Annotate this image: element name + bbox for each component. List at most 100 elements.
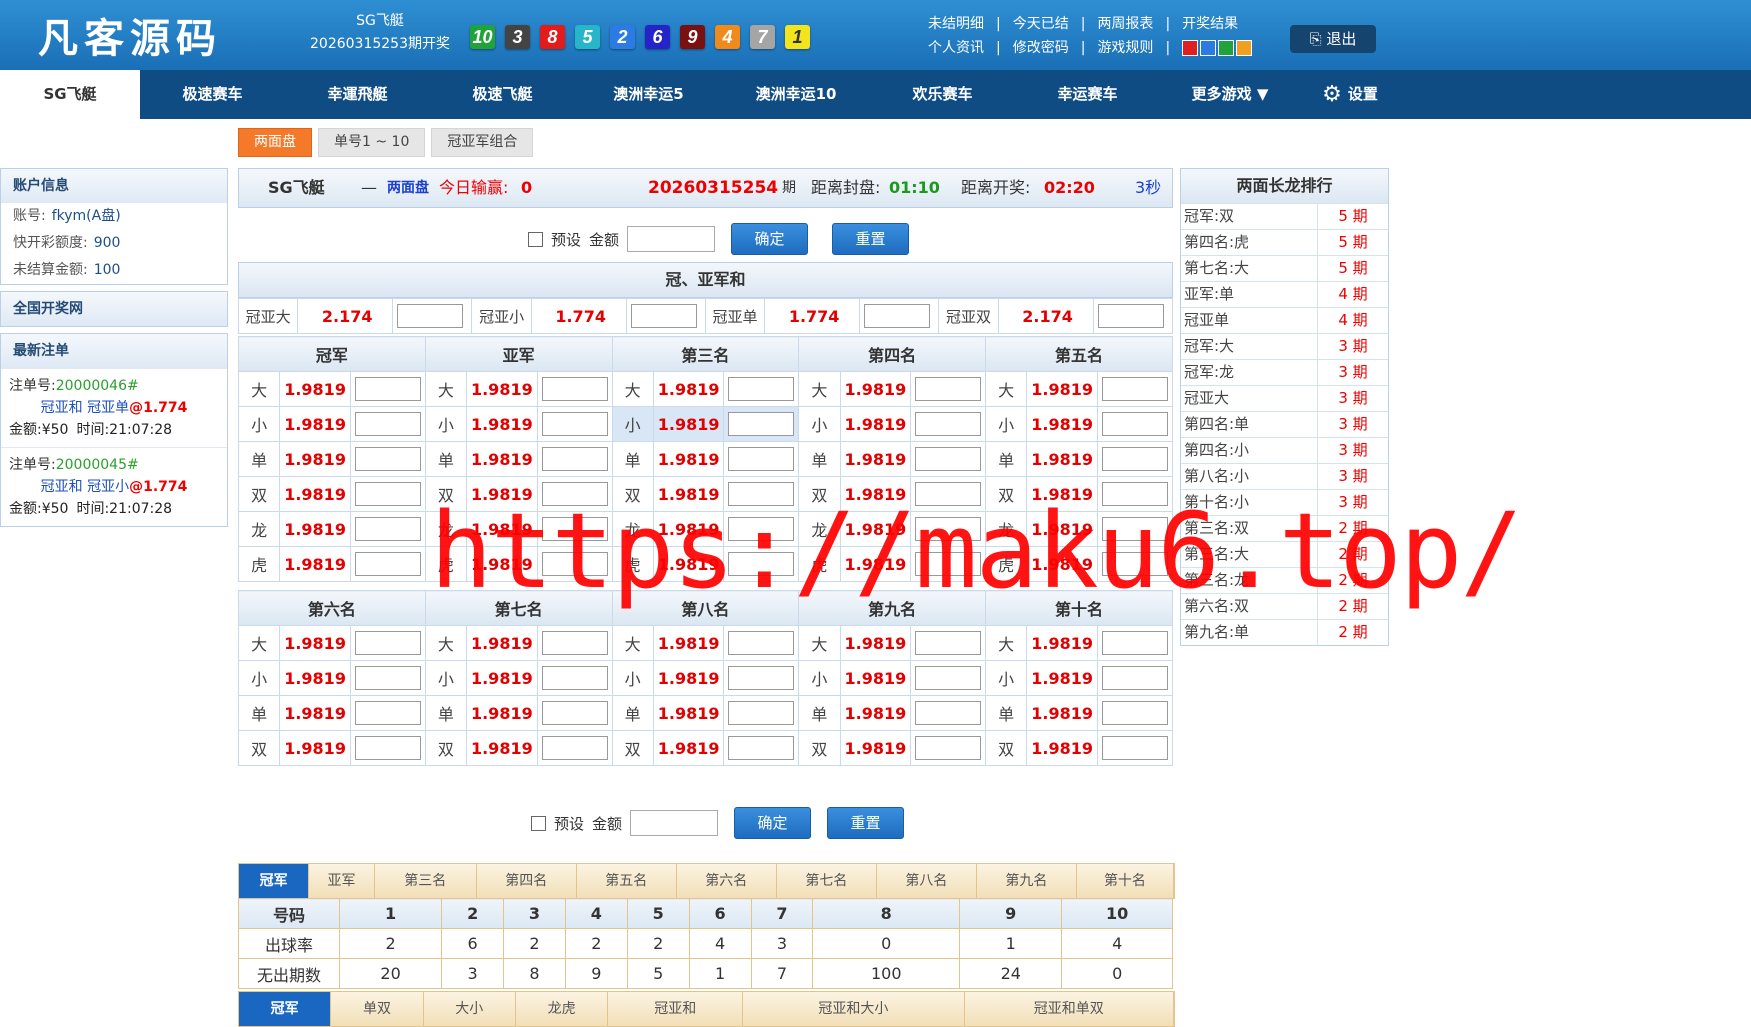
national-draw-link[interactable]: 全国开奖网 bbox=[0, 291, 228, 327]
play-subtab[interactable]: 冠亚军组合 bbox=[431, 128, 534, 157]
nav-item[interactable]: 更多游戏 ▼ bbox=[1160, 70, 1300, 119]
bet-odds[interactable]: 1.9819 bbox=[1026, 625, 1098, 661]
bet-amount-input[interactable] bbox=[354, 412, 421, 436]
bet-amount-input[interactable] bbox=[728, 736, 795, 760]
bet-amount-input[interactable] bbox=[541, 447, 608, 471]
top-link[interactable]: 修改密码 bbox=[1013, 36, 1069, 60]
bet-amount-input[interactable] bbox=[915, 736, 982, 760]
bet-amount-input[interactable] bbox=[728, 552, 795, 576]
top-link[interactable]: 未结明细 bbox=[928, 12, 984, 36]
nav-item[interactable]: 极速飞艇 bbox=[430, 70, 575, 119]
bet-odds[interactable]: 1.9819 bbox=[839, 441, 912, 477]
bet-amount-input[interactable] bbox=[354, 666, 421, 690]
bet-odds[interactable]: 1.9819 bbox=[652, 695, 725, 731]
bet-amount-input[interactable] bbox=[1101, 412, 1168, 436]
bet-amount-input[interactable] bbox=[915, 517, 982, 541]
bet-amount-input[interactable] bbox=[541, 666, 608, 690]
bet-amount-input[interactable] bbox=[915, 377, 982, 401]
bet-odds[interactable]: 1.9819 bbox=[652, 476, 725, 512]
bet-amount-input[interactable] bbox=[728, 482, 795, 506]
bet-odds[interactable]: 1.9819 bbox=[1026, 546, 1098, 582]
bet-amount-input[interactable] bbox=[541, 736, 608, 760]
bet-odds[interactable]: 1.9819 bbox=[839, 511, 912, 547]
bet-amount-input[interactable] bbox=[915, 631, 982, 655]
bet-amount-input[interactable] bbox=[541, 552, 608, 576]
stats-type-tab[interactable]: 冠亚和大小 bbox=[743, 992, 965, 1026]
stats-position-tab[interactable]: 第七名 bbox=[777, 864, 877, 898]
bet-amount-input[interactable] bbox=[354, 482, 421, 506]
bet-odds[interactable]: 1.9819 bbox=[1026, 371, 1098, 407]
theme-swatch[interactable] bbox=[1218, 40, 1235, 56]
nav-item[interactable]: 澳洲幸运5 bbox=[575, 70, 722, 119]
stats-position-tab[interactable]: 第八名 bbox=[877, 864, 977, 898]
bet-amount-input[interactable] bbox=[915, 482, 982, 506]
stats-type-tab[interactable]: 冠军 bbox=[239, 992, 332, 1026]
bet-amount-input[interactable] bbox=[915, 552, 982, 576]
stats-position-tab[interactable]: 第六名 bbox=[677, 864, 777, 898]
bet-odds[interactable]: 1.9819 bbox=[1026, 406, 1098, 442]
bet-odds[interactable]: 1.9819 bbox=[839, 625, 912, 661]
stats-position-tab[interactable]: 第九名 bbox=[977, 864, 1077, 898]
bet-amount-input[interactable] bbox=[354, 701, 421, 725]
bet-amount-input[interactable] bbox=[864, 304, 931, 328]
stats-type-tab[interactable]: 单双 bbox=[331, 992, 424, 1026]
bet-amount-input[interactable] bbox=[1101, 701, 1168, 725]
reset-button[interactable]: 重置 bbox=[832, 223, 910, 255]
bet-odds[interactable]: 1.9819 bbox=[465, 695, 538, 731]
bet-odds[interactable]: 1.9819 bbox=[279, 625, 351, 661]
bet-amount-input[interactable] bbox=[915, 447, 982, 471]
bet-odds[interactable]: 1.9819 bbox=[652, 511, 725, 547]
stats-type-tab[interactable]: 冠亚和 bbox=[608, 992, 744, 1026]
bet-amount-input[interactable] bbox=[541, 482, 608, 506]
bet-odds[interactable]: 1.774 bbox=[530, 298, 627, 334]
bet-odds[interactable]: 1.9819 bbox=[839, 406, 912, 442]
bet-odds[interactable]: 1.9819 bbox=[839, 660, 912, 696]
bet-odds[interactable]: 1.9819 bbox=[1026, 441, 1098, 477]
theme-swatch[interactable] bbox=[1200, 40, 1217, 56]
bet-odds[interactable]: 1.774 bbox=[764, 298, 861, 334]
stats-type-tab[interactable]: 大小 bbox=[424, 992, 516, 1026]
stats-position-tab[interactable]: 亚军 bbox=[309, 864, 375, 898]
confirm-button-bottom[interactable]: 确定 bbox=[734, 807, 812, 839]
bet-odds[interactable]: 1.9819 bbox=[465, 441, 538, 477]
bet-amount-input[interactable] bbox=[541, 517, 608, 541]
bet-odds[interactable]: 1.9819 bbox=[465, 730, 538, 766]
bet-amount-input[interactable] bbox=[728, 701, 795, 725]
bet-amount-input[interactable] bbox=[1101, 736, 1168, 760]
bet-amount-input[interactable] bbox=[1101, 666, 1168, 690]
bet-odds[interactable]: 1.9819 bbox=[465, 546, 538, 582]
bet-amount-input[interactable] bbox=[728, 517, 795, 541]
bet-odds[interactable]: 1.9819 bbox=[279, 476, 351, 512]
bet-odds[interactable]: 1.9819 bbox=[652, 441, 725, 477]
top-link[interactable]: 今天已结 bbox=[1013, 12, 1069, 36]
stats-position-tab[interactable]: 第三名 bbox=[375, 864, 477, 898]
bet-amount-input[interactable] bbox=[354, 736, 421, 760]
bet-amount-input[interactable] bbox=[915, 412, 982, 436]
bet-odds[interactable]: 1.9819 bbox=[839, 546, 912, 582]
reset-button-bottom[interactable]: 重置 bbox=[827, 807, 905, 839]
bet-odds[interactable]: 1.9819 bbox=[465, 476, 538, 512]
bet-odds[interactable]: 1.9819 bbox=[1026, 476, 1098, 512]
bet-amount-input[interactable] bbox=[541, 631, 608, 655]
bet-odds[interactable]: 1.9819 bbox=[652, 406, 725, 442]
bet-odds[interactable]: 1.9819 bbox=[465, 660, 538, 696]
bet-amount-input[interactable] bbox=[1101, 517, 1168, 541]
bet-amount-input[interactable] bbox=[630, 304, 697, 328]
play-subtab[interactable]: 两面盘 bbox=[238, 128, 312, 157]
preset-checkbox-bottom[interactable] bbox=[531, 815, 546, 831]
nav-item[interactable]: 幸运赛车 bbox=[1015, 70, 1160, 119]
bet-odds[interactable]: 1.9819 bbox=[279, 511, 351, 547]
bet-odds[interactable]: 1.9819 bbox=[652, 730, 725, 766]
bet-amount-input[interactable] bbox=[1101, 552, 1168, 576]
bet-odds[interactable]: 1.9819 bbox=[279, 371, 351, 407]
bet-amount-input[interactable] bbox=[354, 552, 421, 576]
bet-odds[interactable]: 1.9819 bbox=[1026, 695, 1098, 731]
bet-amount-input[interactable] bbox=[915, 666, 982, 690]
top-link[interactable]: 游戏规则 bbox=[1097, 36, 1153, 60]
bet-amount-input[interactable] bbox=[915, 701, 982, 725]
confirm-button[interactable]: 确定 bbox=[731, 223, 809, 255]
bet-amount-input[interactable] bbox=[1101, 377, 1168, 401]
bet-odds[interactable]: 1.9819 bbox=[1026, 730, 1098, 766]
amount-input[interactable] bbox=[627, 226, 716, 252]
bet-odds[interactable]: 1.9819 bbox=[652, 371, 725, 407]
